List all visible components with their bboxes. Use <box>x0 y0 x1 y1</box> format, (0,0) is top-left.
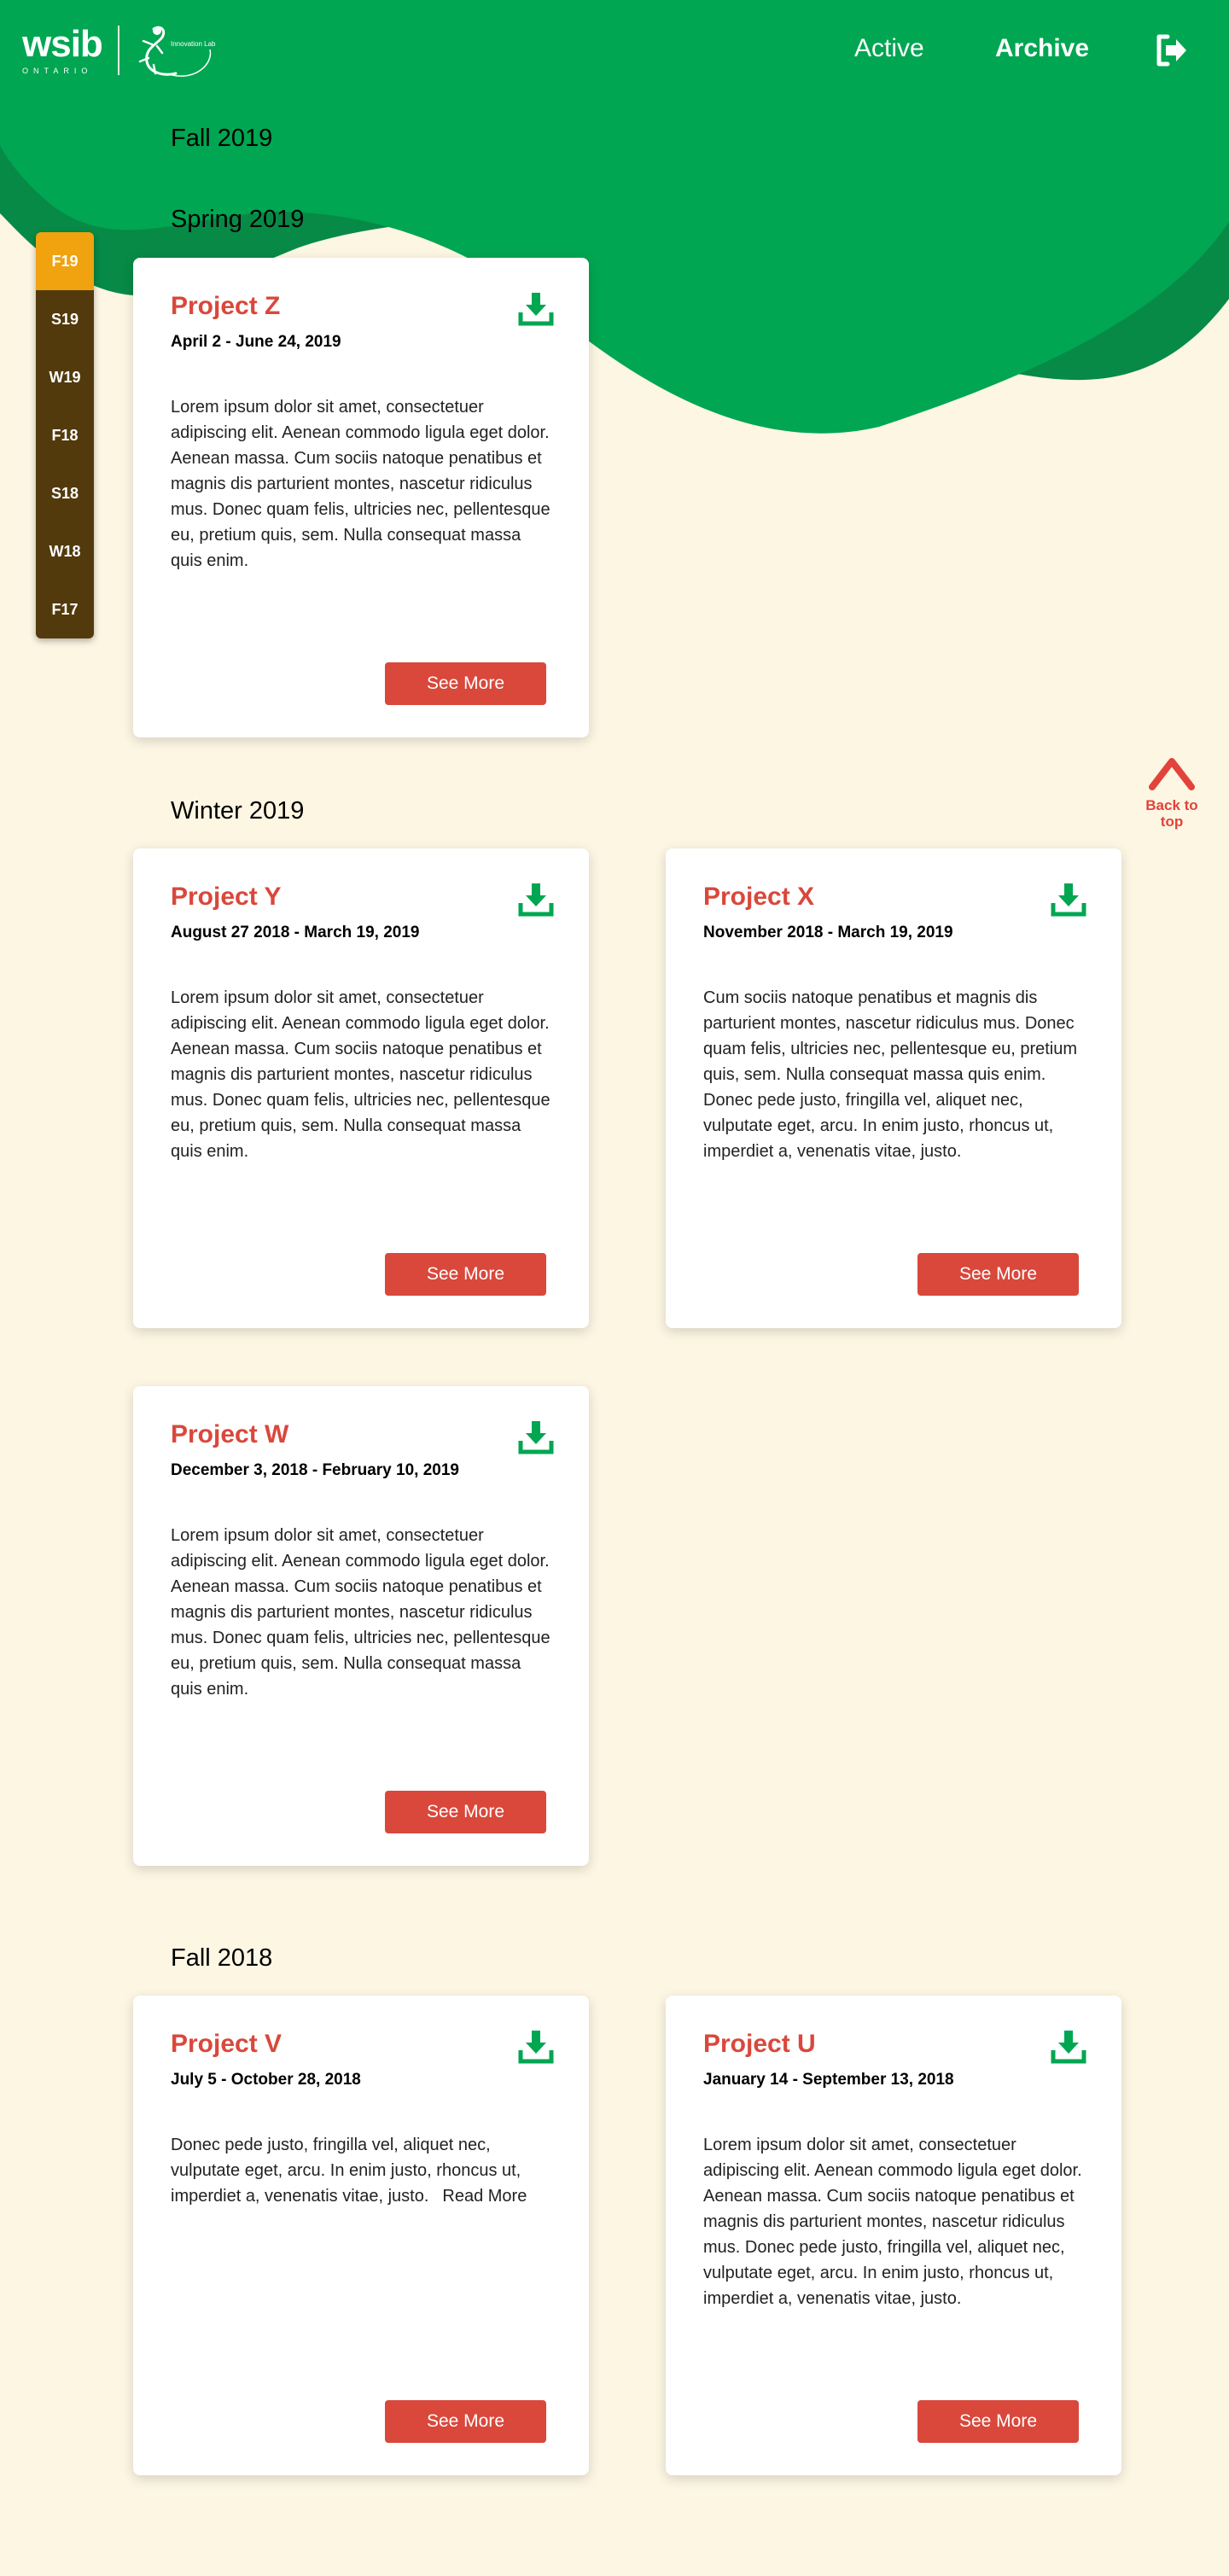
see-more-button[interactable]: See More <box>917 2400 1079 2443</box>
project-description: Lorem ipsum dolor sit amet, consectetuer… <box>171 1526 550 1699</box>
sidebar-item-s18[interactable]: S18 <box>36 464 94 522</box>
logo-divider <box>117 26 119 75</box>
project-description: Donec pede justo, fringilla vel, aliquet… <box>171 2132 556 2209</box>
see-more-button[interactable]: See More <box>917 1253 1079 1296</box>
project-title[interactable]: Project Y <box>171 883 282 912</box>
project-card: Project U January 14 - September 13, 201… <box>666 1996 1121 2475</box>
top-header: wsib ONTARIO Innovation Lab Active Archi… <box>0 0 1229 102</box>
project-title[interactable]: Project W <box>171 1420 288 1449</box>
read-more-link[interactable]: Read More <box>442 2187 527 2206</box>
download-icon[interactable] <box>517 290 555 328</box>
wsib-logo[interactable]: wsib ONTARIO Innovation Lab <box>22 20 220 80</box>
see-more-button[interactable]: See More <box>385 1791 546 1833</box>
project-title[interactable]: Project Z <box>171 292 280 321</box>
section-heading-winter-2019: Winter 2019 <box>171 797 305 825</box>
project-dates: July 5 - October 28, 2018 <box>171 2071 361 2089</box>
project-card: Project X November 2018 - March 19, 2019… <box>666 848 1121 1328</box>
project-title[interactable]: Project X <box>703 883 814 912</box>
logo-subtitle: ONTARIO <box>22 67 93 75</box>
section-heading-fall-2018: Fall 2018 <box>171 1944 273 1972</box>
section-heading-fall-2019: Fall 2019 <box>171 125 273 152</box>
project-dates: April 2 - June 24, 2019 <box>171 333 341 351</box>
project-title[interactable]: Project U <box>703 2030 816 2059</box>
project-card: Project V July 5 - October 28, 2018 Done… <box>133 1996 589 2475</box>
sidebar-item-f19[interactable]: F19 <box>36 232 94 290</box>
section-heading-spring-2019: Spring 2019 <box>171 206 305 233</box>
project-description: Lorem ipsum dolor sit amet, consectetuer… <box>171 398 550 570</box>
lab-text: Innovation Lab <box>171 40 216 48</box>
download-icon[interactable] <box>517 881 555 918</box>
download-icon[interactable] <box>1050 881 1087 918</box>
logo-wordmark: wsib <box>22 23 103 65</box>
lizard-logo-icon: Innovation Lab <box>138 26 216 77</box>
sidebar-item-f18[interactable]: F18 <box>36 406 94 464</box>
sidebar-item-w18[interactable]: W18 <box>36 522 94 580</box>
see-more-button[interactable]: See More <box>385 662 546 705</box>
see-more-button[interactable]: See More <box>385 1253 546 1296</box>
project-dates: August 27 2018 - March 19, 2019 <box>171 924 420 941</box>
download-icon[interactable] <box>1050 2028 1087 2066</box>
sidebar-item-w19[interactable]: W19 <box>36 348 94 406</box>
project-dates: January 14 - September 13, 2018 <box>703 2071 954 2089</box>
project-description: Lorem ipsum dolor sit amet, consectetuer… <box>703 2136 1082 2308</box>
chevron-up-icon <box>1149 758 1195 790</box>
project-card: Project Z April 2 - June 24, 2019 Lorem … <box>133 258 589 737</box>
project-dates: December 3, 2018 - February 10, 2019 <box>171 1461 459 1479</box>
season-sidebar: F19 S19 W19 F18 S18 W18 F17 <box>36 232 94 638</box>
back-to-top-label: Back to top <box>1145 797 1198 830</box>
logout-icon[interactable] <box>1154 32 1190 68</box>
project-description: Lorem ipsum dolor sit amet, consectetuer… <box>171 988 550 1161</box>
back-to-top-button[interactable]: Back to top <box>1142 753 1202 830</box>
download-icon[interactable] <box>517 2028 555 2066</box>
project-title[interactable]: Project V <box>171 2030 282 2059</box>
see-more-button[interactable]: See More <box>385 2400 546 2443</box>
project-description: Cum sociis natoque penatibus et magnis d… <box>703 988 1078 1161</box>
nav-archive[interactable]: Archive <box>995 34 1089 63</box>
project-card: Project W December 3, 2018 - February 10… <box>133 1386 589 1866</box>
project-dates: November 2018 - March 19, 2019 <box>703 924 953 941</box>
download-icon[interactable] <box>517 1419 555 1456</box>
sidebar-item-s19[interactable]: S19 <box>36 290 94 348</box>
nav-active[interactable]: Active <box>854 34 924 63</box>
project-card: Project Y August 27 2018 - March 19, 201… <box>133 848 589 1328</box>
sidebar-item-f17[interactable]: F17 <box>36 580 94 638</box>
